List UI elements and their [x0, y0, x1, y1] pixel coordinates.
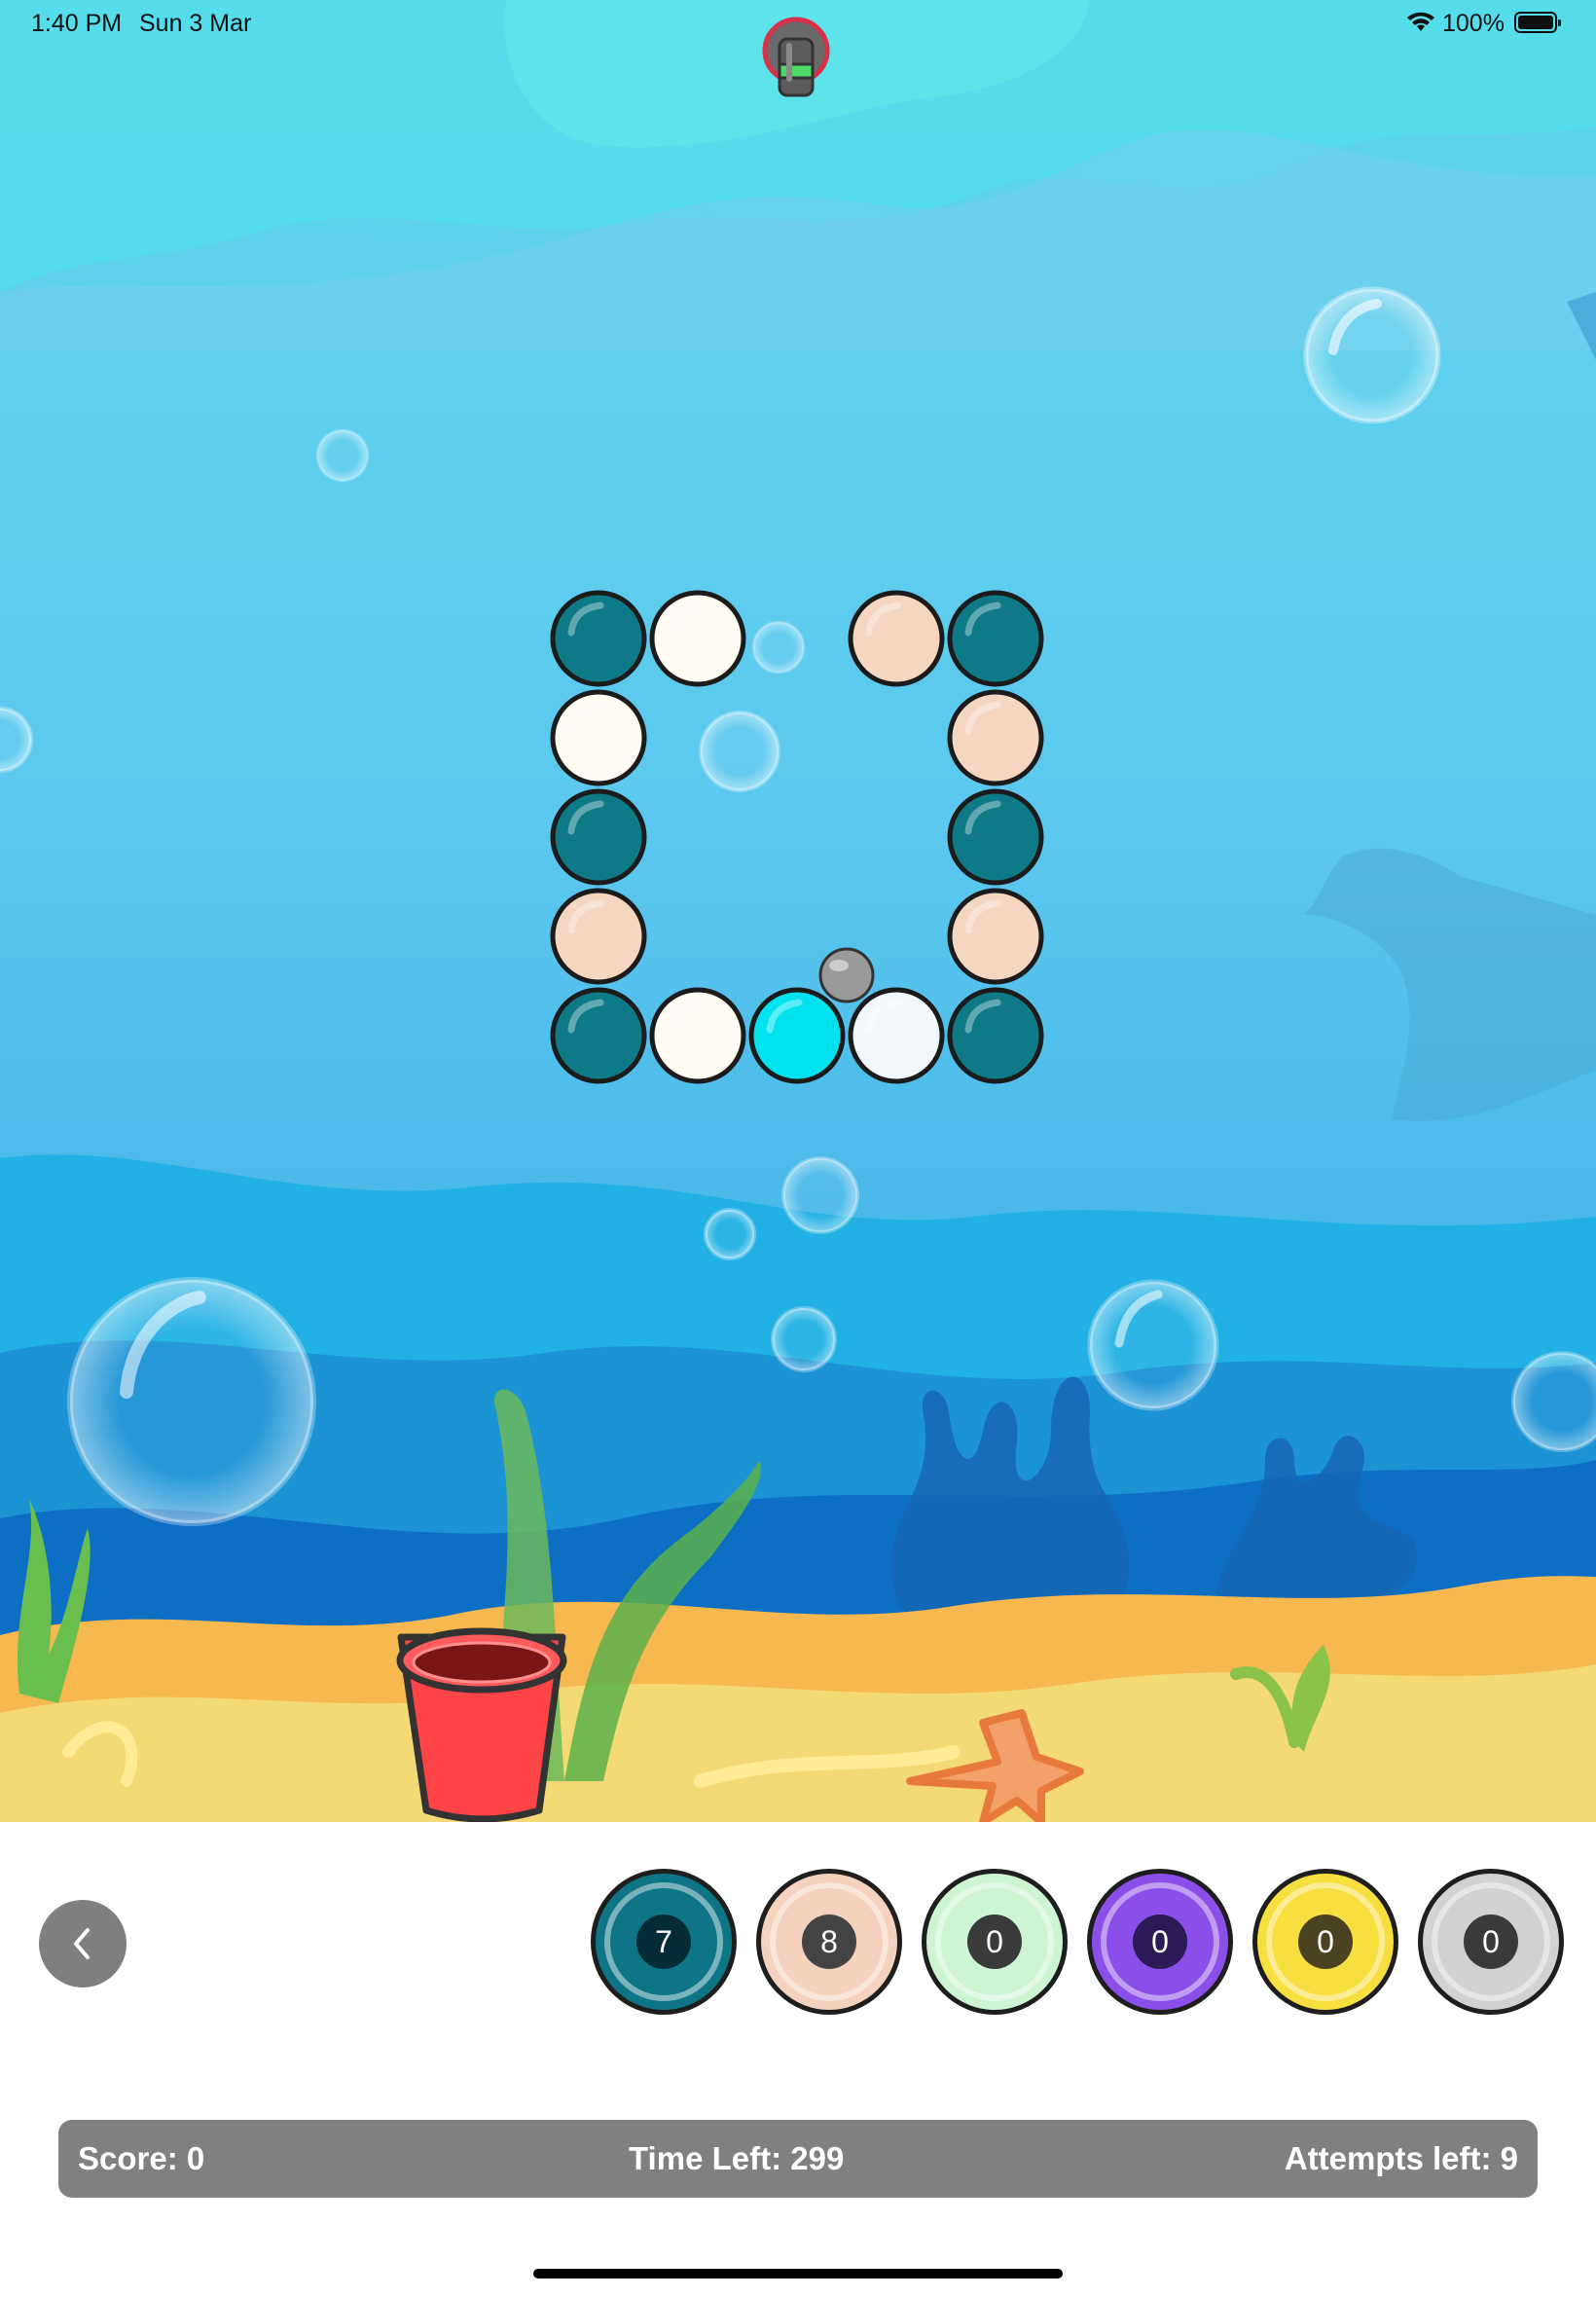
target-ball: [947, 590, 1044, 687]
ball-button-yellow[interactable]: 0: [1252, 1869, 1398, 2015]
attempts-left-label: Attempts left: 9: [1284, 2140, 1518, 2176]
target-ball: [947, 888, 1044, 985]
ball-count: 0: [1464, 1914, 1518, 1969]
status-time: 1:40 PM: [31, 10, 123, 37]
target-ball: [649, 590, 746, 687]
back-button[interactable]: [39, 1900, 127, 1987]
chevron-left-icon: [74, 1928, 90, 1959]
ball-button-peach[interactable]: 8: [756, 1869, 902, 2015]
hud-bar: Score: 0 Time Left: 299 Attempts left: 9: [58, 2120, 1538, 2198]
ball-button-mint[interactable]: 0: [922, 1869, 1068, 2015]
ball-count: 8: [802, 1914, 856, 1969]
projectile-ball: [818, 947, 875, 1003]
battery-icon: [1514, 12, 1561, 33]
target-ball: [947, 788, 1044, 886]
target-ball: [947, 987, 1044, 1084]
target-ball: [550, 987, 647, 1084]
ocean-background: [0, 0, 1596, 1822]
score-label: Score: 0: [78, 2140, 205, 2176]
ball-count: 0: [967, 1914, 1022, 1969]
time-left-label: Time Left: 299: [629, 2140, 845, 2176]
status-bar: 1:40 PM Sun 3 Mar 100%: [0, 0, 1596, 49]
ball-button-teal[interactable]: 7: [591, 1869, 737, 2015]
ball-count: 0: [1133, 1914, 1187, 1969]
target-ball: [848, 987, 945, 1084]
wifi-icon: [1407, 12, 1434, 31]
target-ball: [649, 987, 746, 1084]
bucket: [396, 1627, 567, 1822]
game-scene[interactable]: [0, 0, 1596, 1822]
target-ball: [848, 590, 945, 687]
ball-button-gray[interactable]: 0: [1418, 1869, 1564, 2015]
target-ball: [550, 590, 647, 687]
target-ball: [550, 689, 647, 786]
target-ball: [748, 987, 846, 1084]
home-indicator[interactable]: [533, 2269, 1063, 2279]
target-ball: [550, 888, 647, 985]
target-ball: [947, 689, 1044, 786]
ball-button-purple[interactable]: 0: [1087, 1869, 1233, 2015]
ball-count: 0: [1298, 1914, 1353, 1969]
battery-percent: 100%: [1442, 10, 1505, 37]
status-date: Sun 3 Mar: [139, 10, 252, 37]
ball-count: 7: [636, 1914, 691, 1969]
target-ball: [550, 788, 647, 886]
